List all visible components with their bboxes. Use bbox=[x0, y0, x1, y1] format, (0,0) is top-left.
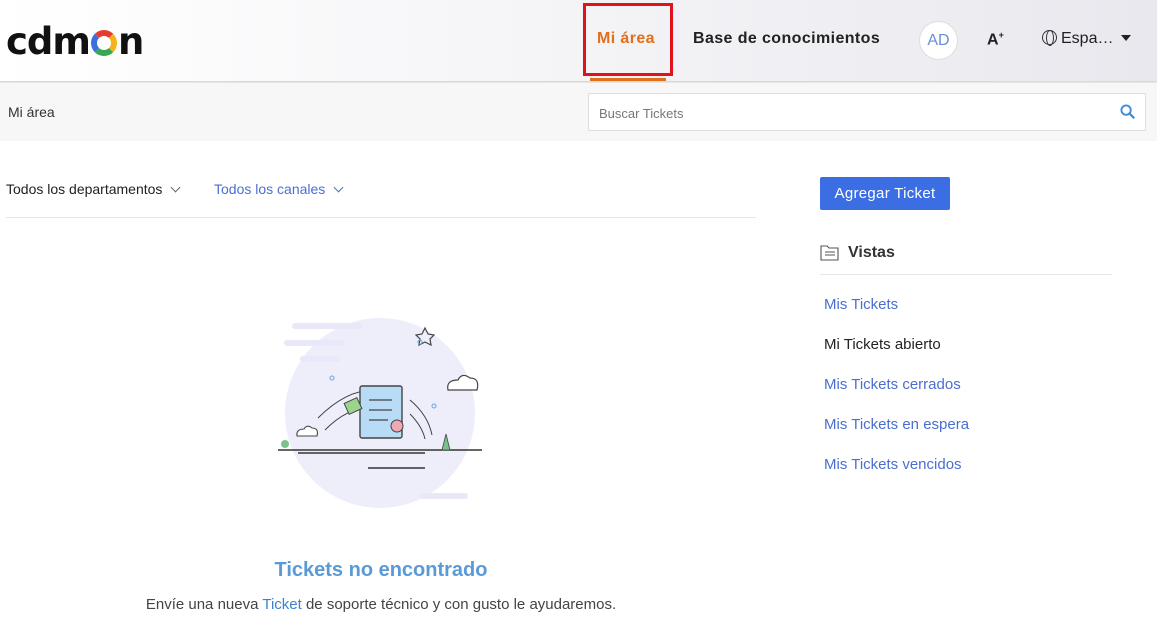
view-tickets-vencidos[interactable]: Mis Tickets vencidos bbox=[824, 456, 969, 496]
globe-icon bbox=[1042, 30, 1057, 46]
empty-text-before: Envíe una nueva bbox=[145, 596, 259, 613]
empty-text-after: de soporte técnico y con gusto le ayudar… bbox=[305, 596, 617, 613]
font-size-icon[interactable]: A+ bbox=[987, 30, 1004, 49]
views-title: Vistas bbox=[848, 244, 895, 261]
view-tickets-abierto[interactable]: Mi Tickets abierto bbox=[824, 336, 969, 376]
views-list: Mis Tickets Mi Tickets abierto Mis Ticke… bbox=[824, 296, 969, 496]
top-header: cdm n Mi área Base de conocimientos AD A+… bbox=[0, 0, 1157, 82]
nav-active-underline bbox=[590, 78, 666, 81]
font-size-letter: A bbox=[987, 31, 999, 49]
breadcrumb: Mi área bbox=[8, 104, 55, 120]
language-selector[interactable]: Espa… bbox=[1042, 30, 1132, 48]
font-size-plus: + bbox=[998, 30, 1004, 40]
sub-bar: Mi área bbox=[0, 83, 1157, 141]
ticket-filters: Todos los departamentos Todos los canale… bbox=[6, 181, 756, 218]
empty-state-title: Tickets no encontrado bbox=[274, 559, 488, 581]
search-box[interactable] bbox=[588, 93, 1146, 131]
chevron-down-icon bbox=[333, 182, 344, 193]
channel-filter-label: Todos los canales bbox=[214, 181, 326, 197]
nav-mi-area[interactable]: Mi área bbox=[597, 30, 655, 48]
views-header: Vistas bbox=[820, 241, 1112, 275]
view-tickets-cerrados[interactable]: Mis Tickets cerrados bbox=[824, 376, 969, 416]
search-icon[interactable] bbox=[1120, 104, 1135, 119]
chevron-down-icon bbox=[170, 182, 181, 193]
caret-down-icon bbox=[1121, 35, 1132, 41]
search-input[interactable] bbox=[599, 103, 1099, 123]
add-ticket-button[interactable]: Agregar Ticket bbox=[820, 177, 950, 210]
department-filter-label: Todos los departamentos bbox=[6, 181, 163, 197]
user-avatar[interactable]: AD bbox=[919, 21, 958, 60]
views-document-icon bbox=[820, 245, 839, 261]
department-filter[interactable]: Todos los departamentos bbox=[6, 181, 181, 197]
language-label: Espa… bbox=[1061, 30, 1114, 47]
channel-filter[interactable]: Todos los canales bbox=[214, 181, 344, 197]
logo-o-ring bbox=[90, 30, 117, 56]
nav-knowledge-base[interactable]: Base de conocimientos bbox=[693, 30, 880, 48]
cdmon-logo[interactable]: cdm n bbox=[6, 22, 144, 62]
view-mis-tickets[interactable]: Mis Tickets bbox=[824, 296, 969, 336]
empty-state-text: Envíe una nueva Ticket de soporte técnic… bbox=[0, 596, 762, 613]
new-ticket-link[interactable]: Ticket bbox=[262, 596, 301, 613]
empty-tickets-illustration bbox=[278, 318, 482, 508]
view-tickets-en-espera[interactable]: Mis Tickets en espera bbox=[824, 416, 969, 456]
